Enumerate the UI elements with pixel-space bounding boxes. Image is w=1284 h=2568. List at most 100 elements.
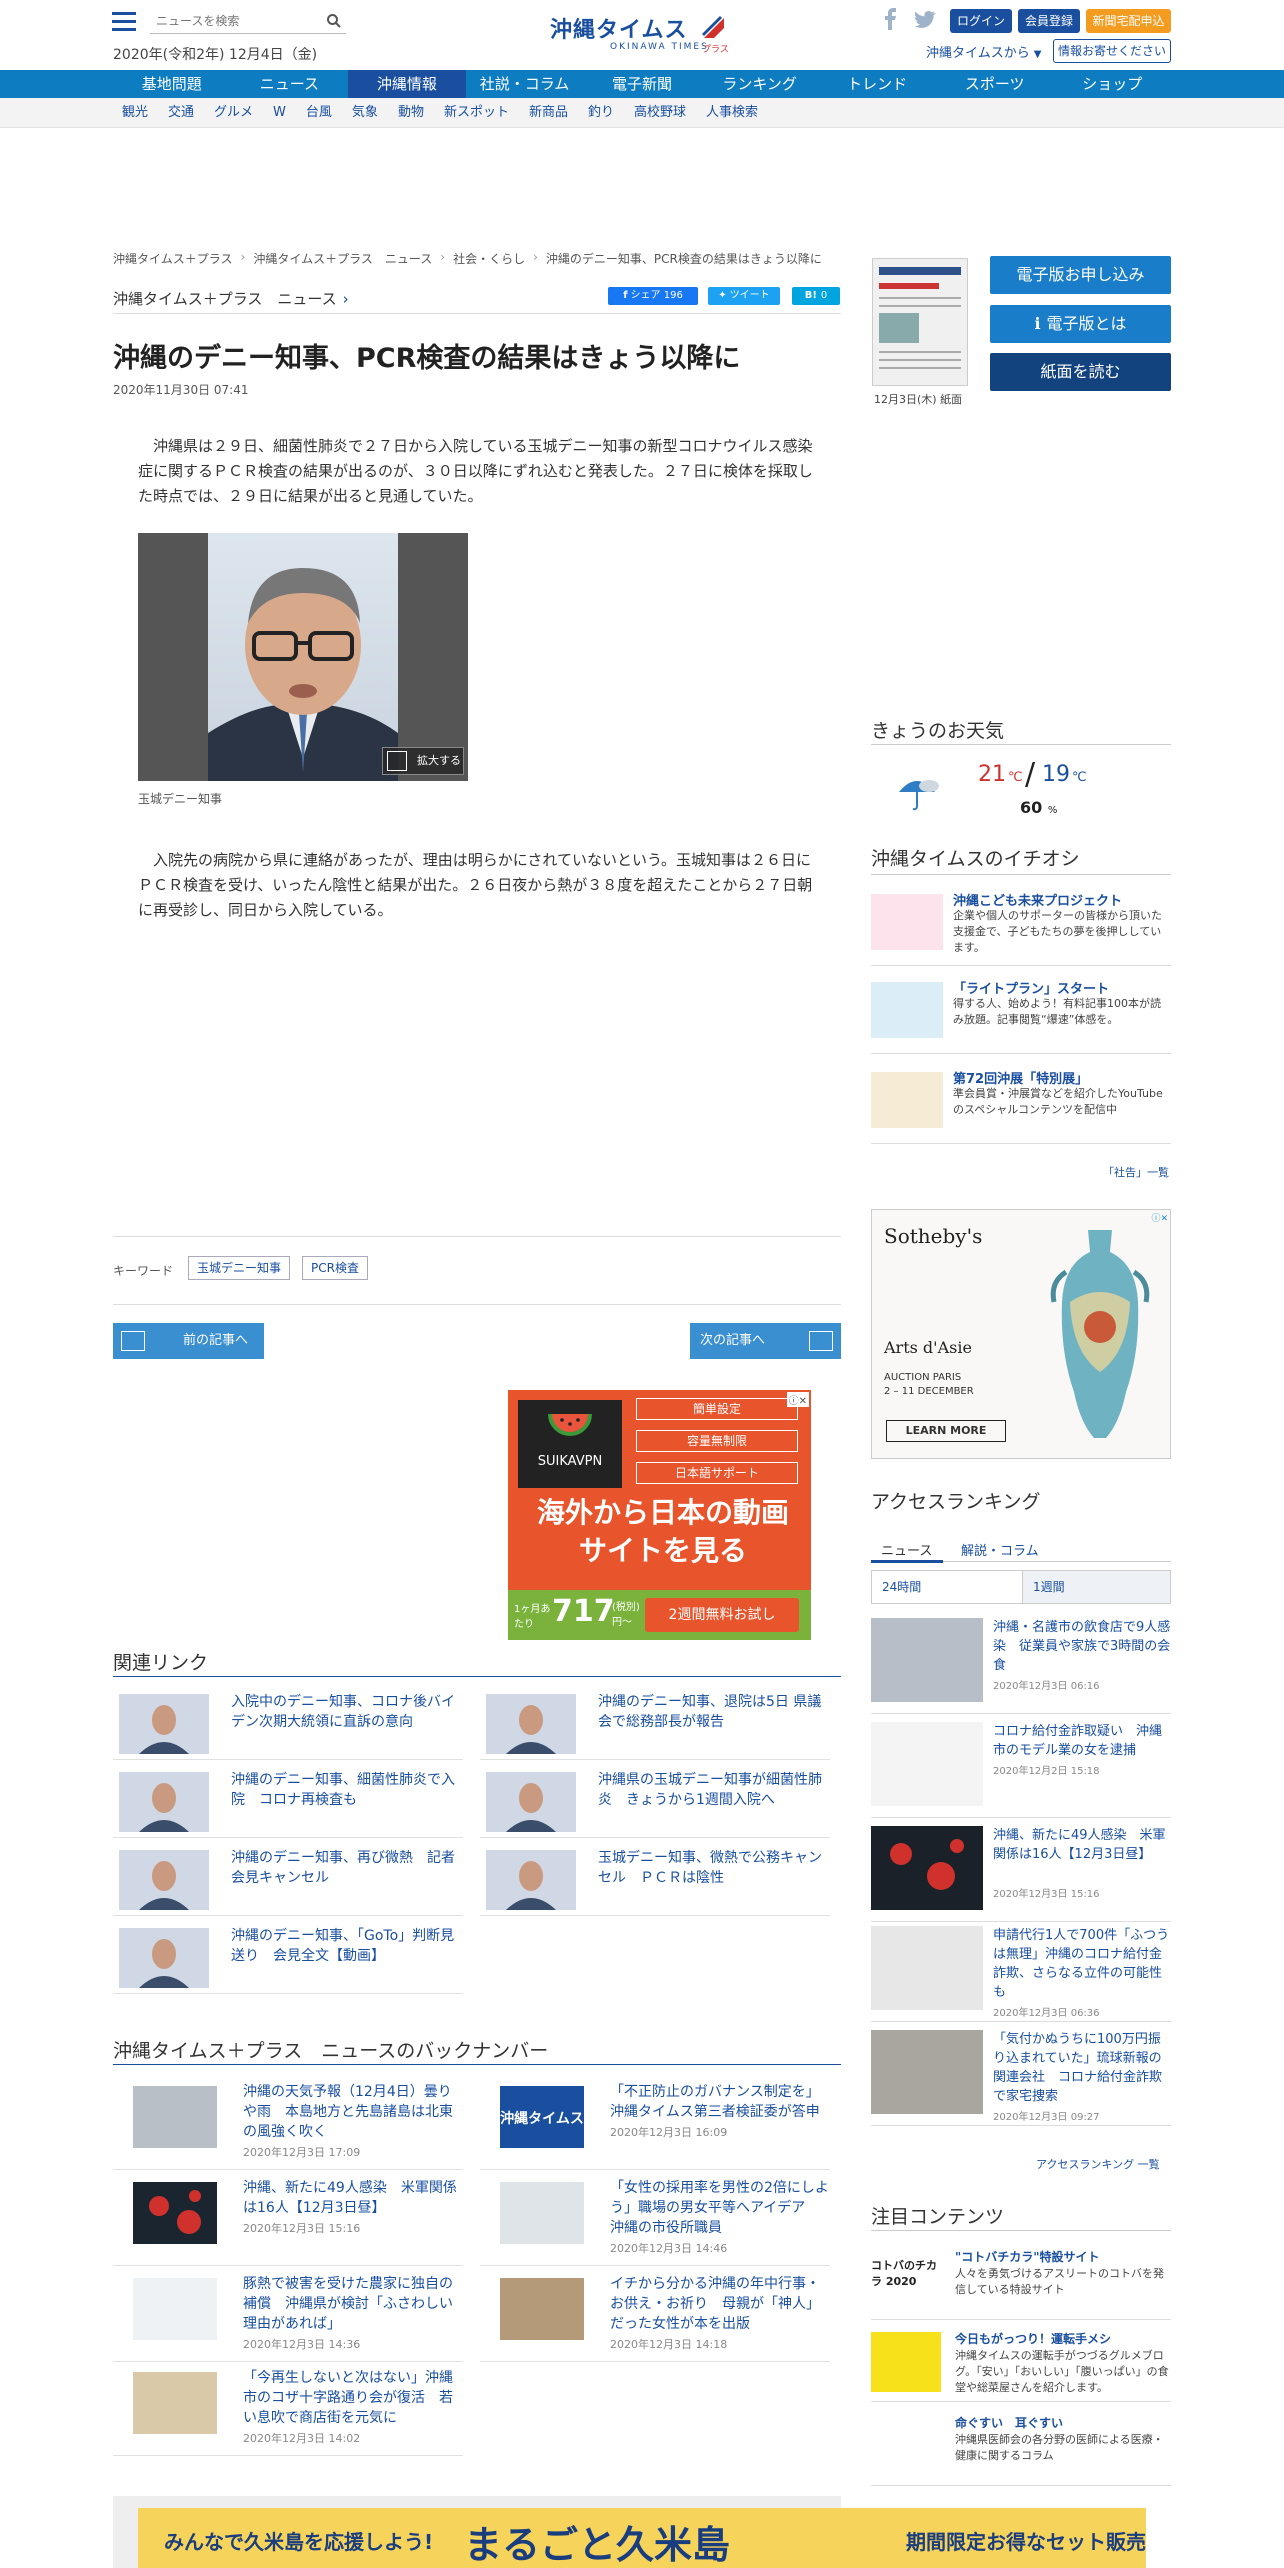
- nav-item[interactable]: ニュース: [231, 70, 349, 98]
- related-item[interactable]: 沖縄のデニー知事、細菌性肺炎で入院 コロナ再検査も: [113, 1768, 463, 1838]
- site-logo[interactable]: 沖縄タイムス OKINAWA TIMES プラス: [550, 12, 740, 55]
- chumoku-item[interactable]: 命ぐすい 耳ぐすい 沖縄県医師会の各分野の医師による医療・健康に関するコラム: [871, 2410, 1171, 2486]
- ranking-item[interactable]: コロナ給付金詐取疑い 沖縄市のモデル業の女を逮捕 2020年12月2日 15:18: [871, 1714, 1171, 1818]
- divider: [113, 1236, 841, 1237]
- breadcrumb-item[interactable]: 沖縄タイムス＋プラス ニュース: [253, 250, 432, 267]
- subnav-item[interactable]: 交通: [168, 98, 194, 128]
- tweet-button[interactable]: ✦ ツイート: [708, 287, 780, 305]
- register-button[interactable]: 会員登録: [1018, 9, 1080, 33]
- search-input[interactable]: [150, 10, 310, 32]
- backnumber-item[interactable]: イチから分かる沖縄の年中行事・お供え・お祈り 母親が「神人」だった女性が本を出版…: [480, 2270, 830, 2362]
- subnav-item[interactable]: 人事検索: [706, 98, 758, 128]
- backnumber-date: 2020年12月3日 14:02: [243, 2432, 361, 2445]
- keyword-tag[interactable]: 玉城デニー知事: [188, 1256, 291, 1280]
- nav-item[interactable]: ショップ: [1054, 70, 1172, 98]
- subnav-item[interactable]: W: [273, 98, 286, 128]
- twitter-icon[interactable]: [914, 8, 936, 30]
- hatena-bookmark-button[interactable]: B! 0: [792, 287, 840, 305]
- ranking-item[interactable]: 沖縄・名護市の飲食店で9人感染 従業員や家族で3時間の会食 2020年12月3日 …: [871, 1610, 1171, 1714]
- newspaper-thumbnail[interactable]: [872, 258, 968, 386]
- backnumber-item[interactable]: 豚熱で被害を受けた農家に独自の補償 沖縄県が検討「ふさわしい理由があれば」 202…: [113, 2270, 463, 2362]
- backnumber-date: 2020年12月3日 15:16: [243, 2222, 361, 2235]
- ichioshi-item[interactable]: 沖縄こども未来プロジェクト 企業や個人のサポーターの皆様から頂いた支援金で、子ども…: [871, 886, 1171, 966]
- send-info-button[interactable]: 情報お寄せください: [1053, 39, 1171, 63]
- related-item[interactable]: 玉城デニー知事、微熱で公務キャンセル ＰＣＲは陰性: [480, 1846, 830, 1916]
- tab-1week[interactable]: 1週間: [1022, 1571, 1172, 1603]
- ichioshi-item[interactable]: 第72回沖展「特別展」 準会員賞・沖展賞などを紹介したYouTubeのスペシャルコ…: [871, 1064, 1171, 1144]
- ranking-more-link[interactable]: アクセスランキング 一覧: [1036, 2156, 1160, 2172]
- subnav-item[interactable]: 高校野球: [634, 98, 686, 128]
- subnav-item[interactable]: 新商品: [529, 98, 568, 128]
- backnumber-item[interactable]: 「女性の採用率を男性の2倍にしよう」職場の男女平等へアイデア 沖縄の市役所職員 2…: [480, 2174, 830, 2266]
- related-item[interactable]: 沖縄のデニー知事、「GoTo」判断見送り 会見全文【動画】: [113, 1924, 463, 1994]
- related-item[interactable]: 入院中のデニー知事、コロナ後バイデン次期大統領に直訴の意向: [113, 1690, 463, 1760]
- backnumber-item[interactable]: 沖縄、新たに49人感染 米軍関係は16人【12月3日昼】 2020年12月3日 1…: [113, 2174, 463, 2266]
- breadcrumb-item[interactable]: 沖縄タイムス＋プラス: [113, 250, 233, 267]
- subnav-item[interactable]: 釣り: [588, 98, 614, 128]
- shasetsu-list-link[interactable]: 「社告」一覧: [1103, 1164, 1169, 1180]
- read-paper-button[interactable]: 紙面を読む: [990, 353, 1171, 391]
- subscribe-button[interactable]: 新聞宅配申込: [1086, 9, 1171, 33]
- subnav-item[interactable]: 新スポット: [444, 98, 509, 128]
- sothebys-ad[interactable]: ⓘ✕ Sotheby's Arts d'Asie AUCTION PARIS 2…: [871, 1209, 1171, 1459]
- nav-item[interactable]: 沖縄情報: [348, 70, 466, 98]
- subnav-item[interactable]: 台風: [306, 98, 332, 128]
- facebook-share-button[interactable]: f シェア 196: [608, 287, 698, 305]
- ichioshi-item[interactable]: 「ライトプラン」スタート 得する人、始めよう！有料記事100本が読み放題。記事閲覧…: [871, 974, 1171, 1054]
- breadcrumb: 沖縄タイムス＋プラス › 沖縄タイムス＋プラス ニュース › 社会・くらし › 沖縄のデニー…: [113, 250, 822, 267]
- vpn-ad[interactable]: ⓘ✕ SUIKAVPN 簡単設定 容量無制限 日本語サポート 海外から日本の動画…: [508, 1390, 811, 1640]
- ichioshi-title: 第72回沖展「特別展」: [953, 1072, 1089, 1087]
- article-photo[interactable]: [138, 533, 468, 781]
- subnav-item[interactable]: グルメ: [214, 98, 253, 128]
- chumoku-item[interactable]: 今日もがっつり！運転手メシ 沖縄タイムスの運転手がつづるグルメブログ。「安い」「お…: [871, 2326, 1171, 2402]
- tab-news[interactable]: ニュース: [881, 1540, 932, 1559]
- backnumber-item[interactable]: 沖縄の天気予報（12月4日）曇りや雨 本島地方と先島諸島は北東の風強く吹く 202…: [113, 2078, 463, 2170]
- search-icon[interactable]: [326, 13, 342, 29]
- article-section-link[interactable]: 沖縄タイムス＋プラス ニュース ›: [113, 288, 349, 309]
- backnumber-date: 2020年12月3日 17:09: [243, 2146, 361, 2159]
- digital-apply-button[interactable]: 電子版お申し込み: [990, 256, 1171, 294]
- nav-item[interactable]: ランキング: [701, 70, 819, 98]
- ranking-item[interactable]: 沖縄、新たに49人感染 米軍関係は16人【12月3日昼】 2020年12月3日 1…: [871, 1818, 1171, 1922]
- ranking-item[interactable]: 申請代行1人で700件「ふつうは無理」沖縄のコロナ給付金詐欺、さらなる立件の可能…: [871, 1918, 1171, 2022]
- related-item[interactable]: 沖縄のデニー知事、再び微熱 記者会見キャンセル: [113, 1846, 463, 1916]
- backnumber-item[interactable]: 「今再生しないと次はない」沖縄市のコザ十字路通り会が復活 若い息吹で商店街を元気…: [113, 2364, 463, 2456]
- tab-column[interactable]: 解説・コラム: [961, 1540, 1039, 1559]
- subnav-item[interactable]: 気象: [352, 98, 378, 128]
- login-button[interactable]: ログイン: [950, 9, 1012, 33]
- digital-about-button[interactable]: ℹ 電子版とは: [990, 305, 1171, 343]
- hamburger-menu-icon[interactable]: [112, 12, 136, 32]
- ranking-title: 「気付かぬうちに100万円振り込まれていた」琉球新報の関連会社 コロナ給付金詐欺…: [993, 2032, 1163, 2104]
- ad-trial-button[interactable]: 2週間無料お試し: [645, 1598, 799, 1632]
- from-times-dropdown[interactable]: 沖縄タイムスから ▼: [926, 42, 1041, 61]
- ranking-title: 沖縄・名護市の飲食店で9人感染 従業員や家族で3時間の会食: [993, 1620, 1171, 1673]
- related-item[interactable]: 沖縄のデニー知事、退院は5日 県議会で総務部長が報告: [480, 1690, 830, 1760]
- tab-24h[interactable]: 24時間: [872, 1571, 1022, 1603]
- breadcrumb-item[interactable]: 社会・くらし: [453, 250, 525, 267]
- ranking-item[interactable]: 「気付かぬうちに100万円振り込まれていた」琉球新報の関連会社 コロナ給付金詐欺…: [871, 2022, 1171, 2126]
- subnav-item[interactable]: 動物: [398, 98, 424, 128]
- ad-pill: 容量無制限: [636, 1430, 798, 1452]
- arrow-left-icon: [121, 1331, 145, 1351]
- nav-item[interactable]: 基地問題: [113, 70, 231, 98]
- ichioshi-text: 企業や個人のサポーターの皆様から頂いた支援金で、子どもたちの夢を後押ししています…: [953, 909, 1162, 954]
- article-paragraph-2: 入院先の病院から県に連絡があったが、理由は明らかにされていないという。玉城知事は…: [138, 851, 813, 919]
- kumejima-banner[interactable]: みんなで久米島を応援しよう! まるごと久米島 期間限定お得なセット販売: [138, 2508, 1146, 2568]
- nav-item[interactable]: 電子新聞: [583, 70, 701, 98]
- subnav-item[interactable]: 観光: [122, 98, 148, 128]
- keyword-tag[interactable]: PCR検査: [302, 1256, 368, 1280]
- backnumber-item[interactable]: 沖縄タイムス 「不正防止のガバナンス制定を」沖縄タイムス第三者検証委が答申 2020…: [480, 2078, 830, 2170]
- temp-divider: /: [1025, 757, 1036, 792]
- nav-item[interactable]: スポーツ: [936, 70, 1054, 98]
- ranking-date: 2020年12月3日 15:16: [993, 1889, 1100, 1900]
- learn-more-button[interactable]: LEARN MORE: [886, 1420, 1006, 1442]
- prev-article-button[interactable]: 前の記事へ: [113, 1323, 264, 1359]
- related-item[interactable]: 沖縄県の玉城デニー知事が細菌性肺炎 きょうから1週間入院へ: [480, 1768, 830, 1838]
- next-article-button[interactable]: 次の記事へ: [690, 1323, 841, 1359]
- facebook-icon[interactable]: [880, 8, 902, 30]
- zoom-button[interactable]: 拡大する: [382, 747, 464, 775]
- chumoku-item[interactable]: コトバのチカラ 2020 "コトバチカラ"特設サイト 人々を勇気づけるアスリートのコ…: [871, 2244, 1171, 2320]
- nav-item[interactable]: トレンド: [818, 70, 936, 98]
- nav-item[interactable]: 社説・コラム: [466, 70, 584, 98]
- from-times-label: 沖縄タイムスから: [926, 46, 1030, 61]
